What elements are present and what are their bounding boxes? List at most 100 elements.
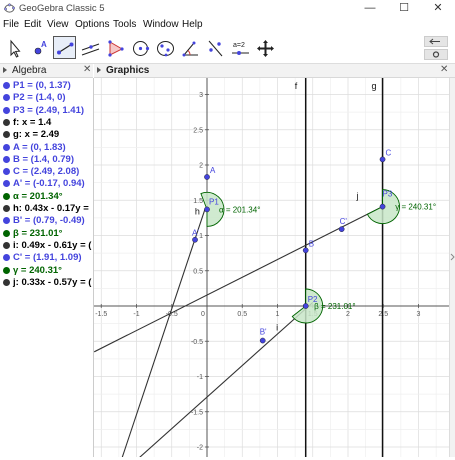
point-B1-label: B'	[260, 328, 267, 337]
algebra-item[interactable]: h: 0.43x - 0.17y =	[0, 203, 93, 215]
move-tool-icon[interactable]	[3, 36, 26, 59]
menu-tools[interactable]: Tools	[113, 19, 136, 30]
algebra-item[interactable]: A' = (-0.17, 0.94)	[0, 178, 93, 190]
visibility-toggle-icon[interactable]	[3, 229, 10, 237]
minimize-button[interactable]: —	[353, 0, 387, 18]
algebra-view[interactable]: P1 = (0, 1.37) P2 = (1.4, 0) P3 = (2.49, 1…	[0, 78, 94, 457]
graphics-view[interactable]: -1.5-1-0.500.511.522.5332.521.510.5-0.5-…	[94, 78, 449, 457]
point-P3[interactable]	[379, 203, 386, 210]
toolbar: A a=2	[0, 34, 455, 64]
line-i[interactable]	[112, 302, 314, 457]
algebra-title: Algebra	[12, 65, 47, 76]
algebra-item[interactable]: C' = (1.91, 1.09)	[0, 252, 93, 264]
line-g-label: g	[372, 81, 377, 91]
settings-button[interactable]	[424, 49, 448, 60]
reflect-tool-icon[interactable]	[203, 36, 226, 59]
graphics-canvas[interactable]: -1.5-1-0.500.511.522.5332.521.510.5-0.5-…	[94, 78, 449, 457]
algebra-item[interactable]: γ = 240.31°	[0, 265, 93, 277]
visibility-toggle-icon[interactable]	[3, 106, 10, 114]
algebra-item[interactable]: g: x = 2.49	[0, 129, 93, 141]
visibility-toggle-icon[interactable]	[3, 118, 10, 126]
visibility-toggle-icon[interactable]	[3, 266, 10, 274]
segment-tool-icon[interactable]	[53, 36, 76, 59]
algebra-item[interactable]: i: 0.49x - 0.61y = (	[0, 240, 93, 252]
point-A1-label: A'	[192, 229, 199, 238]
close-algebra-icon[interactable]: ✕	[83, 64, 91, 75]
visibility-toggle-icon[interactable]	[3, 131, 10, 139]
angle-alpha-label: α = 201.34°	[219, 205, 260, 214]
menu-window[interactable]: Window	[143, 19, 179, 30]
algebra-item[interactable]: P1 = (0, 1.37)	[0, 80, 93, 92]
visibility-toggle-icon[interactable]	[3, 254, 10, 262]
algebra-item[interactable]: B' = (0.79, -0.49)	[0, 215, 93, 227]
point-P3-label: P3	[383, 190, 393, 199]
algebra-item[interactable]: j: 0.33x - 0.57y = (	[0, 277, 93, 289]
slider-tool-label: a=2	[233, 42, 245, 49]
menu-file[interactable]: File	[3, 19, 19, 30]
menu-bar: File Edit View Options Tools Window Help	[0, 18, 455, 33]
y-tick-label: -2	[197, 445, 203, 452]
visibility-toggle-icon[interactable]	[3, 180, 10, 188]
move-graphics-view-tool-icon[interactable]	[253, 36, 276, 59]
ellipse-tool-icon[interactable]	[153, 36, 176, 59]
collapse-algebra-icon[interactable]	[3, 67, 7, 73]
visibility-toggle-icon[interactable]	[3, 278, 10, 286]
visibility-toggle-icon[interactable]	[3, 241, 10, 249]
algebra-item[interactable]: P2 = (1.4, 0)	[0, 92, 93, 104]
close-window-button[interactable]: ✕	[421, 0, 455, 18]
point-C1[interactable]	[338, 226, 345, 233]
collapse-graphics-icon[interactable]	[97, 67, 101, 73]
point-P2[interactable]	[302, 303, 309, 309]
circle-tool-icon[interactable]	[128, 36, 151, 59]
visibility-toggle-icon[interactable]	[3, 143, 10, 151]
point-P1-label: P1	[209, 197, 219, 206]
algebra-item-text: α = 201.34°	[13, 190, 63, 202]
y-tick-label: 2.5	[193, 127, 203, 134]
visibility-toggle-icon[interactable]	[3, 155, 10, 163]
menu-edit[interactable]: Edit	[24, 19, 41, 30]
point-B1[interactable]	[259, 337, 266, 344]
point-B[interactable]	[302, 247, 309, 254]
line-i-label: i	[276, 323, 278, 333]
algebra-item-text: γ = 240.31°	[13, 264, 62, 276]
line-h[interactable]	[115, 209, 206, 457]
algebra-item[interactable]: f: x = 1.4	[0, 117, 93, 129]
angle-tool-icon[interactable]	[178, 36, 201, 59]
side-panel-toggle[interactable]	[449, 78, 455, 457]
undo-button[interactable]	[424, 36, 448, 47]
visibility-toggle-icon[interactable]	[3, 217, 10, 225]
visibility-toggle-icon[interactable]	[3, 82, 10, 89]
menu-help[interactable]: Help	[182, 19, 203, 30]
algebra-item-text: A = (0, 1.83)	[13, 141, 66, 153]
algebra-item[interactable]: α = 201.34°	[0, 191, 93, 203]
point-B-label: B	[309, 239, 314, 248]
point-C[interactable]	[379, 156, 386, 163]
point-A1[interactable]	[192, 236, 198, 243]
polygon-tool-icon[interactable]	[103, 36, 126, 59]
menu-view[interactable]: View	[47, 19, 69, 30]
algebra-item[interactable]: C = (2.49, 2.08)	[0, 166, 93, 178]
algebra-item-text: h: 0.43x - 0.17y =	[13, 203, 89, 214]
line-h-label: h	[195, 206, 200, 216]
algebra-item[interactable]: A = (0, 1.83)	[0, 142, 93, 154]
perpendicular-line-tool-icon[interactable]	[78, 36, 101, 59]
visibility-toggle-icon[interactable]	[3, 205, 10, 212]
y-tick-label: 1.5	[193, 198, 203, 205]
point-A[interactable]	[204, 174, 210, 180]
point-tool-icon[interactable]: A	[28, 36, 51, 59]
maximize-button[interactable]: ☐	[387, 0, 421, 18]
y-tick-label: 1	[199, 233, 203, 240]
close-graphics-icon[interactable]: ✕	[440, 64, 448, 75]
point-P1[interactable]	[204, 206, 210, 213]
slider-tool-icon[interactable]: a=2	[228, 36, 251, 59]
x-tick-label: 0	[201, 311, 205, 318]
x-tick-label: -1.5	[95, 311, 107, 318]
algebra-item[interactable]: P3 = (2.49, 1.41)	[0, 105, 93, 117]
visibility-toggle-icon[interactable]	[3, 192, 10, 200]
algebra-item[interactable]: B = (1.4, 0.79)	[0, 154, 93, 166]
visibility-toggle-icon[interactable]	[3, 94, 10, 102]
visibility-toggle-icon[interactable]	[3, 168, 10, 176]
algebra-item[interactable]: β = 231.01°	[0, 228, 93, 240]
menu-options[interactable]: Options	[75, 19, 109, 30]
graphics-panel-header: Graphics ✕	[94, 64, 455, 78]
